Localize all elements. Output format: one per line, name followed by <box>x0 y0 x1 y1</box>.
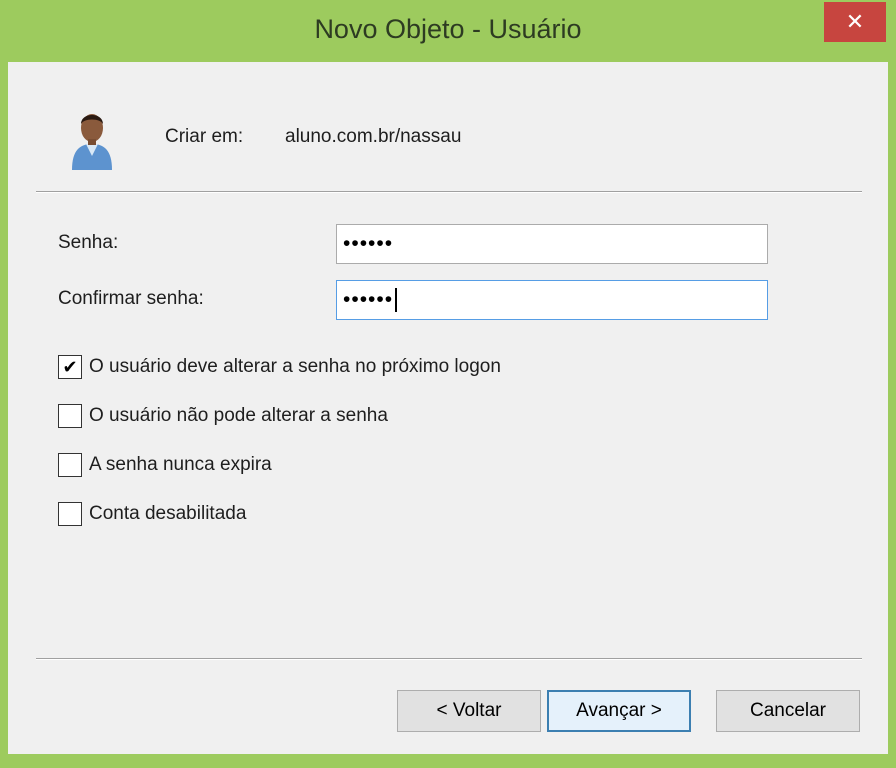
window-title: Novo Objeto - Usuário <box>314 14 582 44</box>
checkmark-icon: ✔ <box>62 356 78 377</box>
confirm-password-label: Confirmar senha: <box>58 288 204 309</box>
password-field[interactable]: •••••• <box>336 224 768 264</box>
close-button[interactable]: ✕ <box>824 2 886 42</box>
checkbox-label: O usuário não pode alterar a senha <box>89 405 388 426</box>
checkbox[interactable] <box>58 453 82 477</box>
close-icon: ✕ <box>845 9 865 34</box>
option-cannot-change-password[interactable]: O usuário não pode alterar a senha <box>58 404 388 428</box>
option-must-change-password[interactable]: ✔ O usuário deve alterar a senha no próx… <box>58 355 501 379</box>
dialog-body: Criar em: aluno.com.br/nassau Senha: •••… <box>8 62 888 754</box>
checkbox-label: A senha nunca expira <box>89 454 272 475</box>
option-account-disabled[interactable]: Conta desabilitada <box>58 502 246 526</box>
title-bar: Novo Objeto - Usuário ✕ <box>0 0 896 62</box>
confirm-password-value: •••••• <box>343 288 394 311</box>
create-in-value: aluno.com.br/nassau <box>285 126 462 147</box>
cancel-button[interactable]: Cancelar <box>716 690 860 732</box>
next-button[interactable]: Avançar > <box>547 690 691 732</box>
create-in-label: Criar em: <box>165 126 244 147</box>
checkbox-label: Conta desabilitada <box>89 503 247 524</box>
checkbox[interactable]: ✔ <box>58 355 82 379</box>
password-label: Senha: <box>58 232 119 253</box>
back-button[interactable]: < Voltar <box>397 690 541 732</box>
user-icon <box>72 114 112 170</box>
header-divider <box>36 191 862 193</box>
footer-divider <box>36 658 862 660</box>
password-value: •••••• <box>343 232 394 255</box>
checkbox[interactable] <box>58 404 82 428</box>
text-caret <box>395 288 398 312</box>
checkbox[interactable] <box>58 502 82 526</box>
option-password-never-expires[interactable]: A senha nunca expira <box>58 453 272 477</box>
confirm-password-field[interactable]: •••••• <box>336 280 768 320</box>
checkbox-label: O usuário deve alterar a senha no próxim… <box>89 356 501 377</box>
